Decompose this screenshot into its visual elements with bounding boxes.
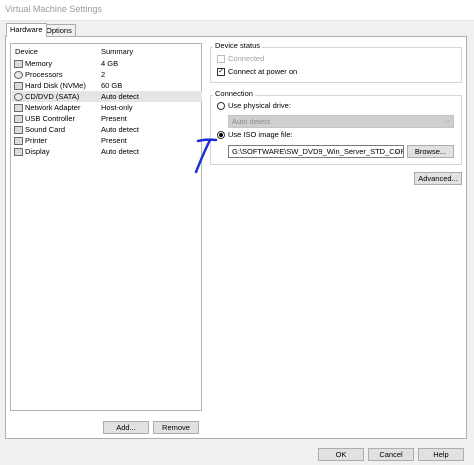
device-name: Sound Card bbox=[25, 125, 66, 134]
physical-drive-value: Auto detect bbox=[232, 117, 270, 126]
device-summary: 4 GB bbox=[101, 59, 119, 68]
device-column-header[interactable]: Device bbox=[15, 47, 38, 56]
use-physical-drive-label: Use physical drive: bbox=[228, 101, 291, 110]
usb-controller-icon bbox=[14, 114, 23, 123]
device-name: Hard Disk (NVMe) bbox=[25, 81, 86, 90]
device-summary: 2 bbox=[101, 70, 106, 79]
device-summary: Present bbox=[101, 136, 127, 145]
device-cell: Display bbox=[14, 146, 50, 157]
connect-at-power-on-checkbox[interactable]: ✓ bbox=[217, 67, 225, 76]
device-row[interactable]: USB Controller Present bbox=[12, 113, 202, 124]
device-summary: 60 GB bbox=[101, 81, 123, 90]
device-rows: Memory 4 GB Processors 2 Hard Disk (NVMe) 60 … bbox=[12, 58, 202, 178]
iso-path-value: G:\SOFTWARE\SW_DVD9_Win_Server_STD_CORE_ bbox=[232, 147, 404, 156]
use-physical-drive-radio[interactable] bbox=[217, 101, 225, 110]
processor-icon bbox=[14, 70, 23, 79]
device-cell: CD/DVD (SATA) bbox=[14, 91, 79, 102]
device-cell: Hard Disk (NVMe) bbox=[14, 80, 86, 91]
device-summary: Auto detect bbox=[101, 125, 139, 134]
chevron-down-icon[interactable]: ⌵ bbox=[395, 146, 400, 157]
display-icon bbox=[14, 147, 23, 156]
device-name: Memory bbox=[25, 59, 53, 68]
device-row[interactable]: Display Auto detect bbox=[12, 146, 202, 157]
device-summary: Auto detect bbox=[101, 92, 139, 101]
connected-checkbox[interactable] bbox=[217, 54, 225, 63]
device-row[interactable]: CD/DVD (SATA) Auto detect bbox=[12, 91, 202, 102]
device-row[interactable]: Hard Disk (NVMe) 60 GB bbox=[12, 80, 202, 91]
use-iso-label: Use ISO image file: bbox=[228, 130, 293, 139]
device-cell: USB Controller bbox=[14, 113, 75, 124]
annotation-arrow-icon bbox=[194, 138, 218, 174]
device-name: Processors bbox=[25, 70, 63, 79]
hard-disk-icon bbox=[14, 81, 23, 90]
device-cell: Memory bbox=[14, 58, 52, 69]
connect-at-power-on-option[interactable]: ✓ Connect at power on bbox=[217, 67, 297, 76]
device-cell: Network Adapter bbox=[14, 102, 80, 113]
device-name: Printer bbox=[25, 136, 48, 145]
device-row[interactable]: Network Adapter Host-only bbox=[12, 102, 202, 113]
tab-options[interactable]: Options bbox=[42, 24, 76, 36]
window-title: Virtual Machine Settings bbox=[5, 4, 102, 14]
device-row[interactable]: Memory 4 GB bbox=[12, 58, 202, 69]
device-name: CD/DVD (SATA) bbox=[25, 92, 80, 101]
chevron-down-icon: ⌵ bbox=[444, 118, 450, 125]
tab-hardware[interactable]: Hardware bbox=[6, 23, 47, 37]
browse-button[interactable]: Browse... bbox=[407, 145, 454, 158]
title-bar: Virtual Machine Settings bbox=[0, 0, 474, 21]
physical-drive-select[interactable]: Auto detect ⌵ bbox=[228, 115, 454, 128]
connect-at-power-on-label: Connect at power on bbox=[228, 67, 298, 76]
cd-dvd-icon bbox=[14, 92, 23, 101]
memory-icon bbox=[14, 59, 23, 68]
connection-title: Connection bbox=[213, 89, 255, 98]
cancel-button[interactable]: Cancel bbox=[368, 448, 414, 461]
remove-device-button[interactable]: Remove bbox=[153, 421, 199, 434]
device-cell: Processors bbox=[14, 69, 63, 80]
device-summary: Auto detect bbox=[101, 147, 139, 156]
connected-label: Connected bbox=[228, 54, 265, 63]
device-list[interactable]: Device Summary Memory 4 GB Processors 2 Hard… bbox=[10, 43, 202, 411]
connected-option[interactable]: Connected bbox=[217, 54, 264, 63]
advanced-button[interactable]: Advanced... bbox=[414, 172, 462, 185]
device-name: Display bbox=[25, 147, 50, 156]
device-cell: Sound Card bbox=[14, 124, 65, 135]
device-row[interactable]: Printer Present bbox=[12, 135, 202, 146]
device-name: Network Adapter bbox=[25, 103, 81, 112]
iso-path-combobox[interactable]: G:\SOFTWARE\SW_DVD9_Win_Server_STD_CORE_… bbox=[228, 145, 404, 158]
device-row[interactable]: Sound Card Auto detect bbox=[12, 124, 202, 135]
printer-icon bbox=[14, 136, 23, 145]
use-physical-drive-option[interactable]: Use physical drive: bbox=[217, 101, 291, 110]
device-summary: Host-only bbox=[101, 103, 133, 112]
sound-card-icon bbox=[14, 125, 23, 134]
help-button[interactable]: Help bbox=[418, 448, 464, 461]
network-adapter-icon bbox=[14, 103, 23, 112]
ok-button[interactable]: OK bbox=[318, 448, 364, 461]
add-device-button[interactable]: Add... bbox=[103, 421, 149, 434]
device-status-group bbox=[210, 47, 462, 83]
summary-column-header[interactable]: Summary bbox=[101, 47, 133, 56]
device-name: USB Controller bbox=[25, 114, 76, 123]
use-iso-option[interactable]: Use ISO image file: bbox=[217, 130, 293, 139]
device-status-title: Device status bbox=[213, 41, 263, 50]
device-row[interactable]: Processors 2 bbox=[12, 69, 202, 80]
device-cell: Printer bbox=[14, 135, 47, 146]
device-summary: Present bbox=[101, 114, 127, 123]
